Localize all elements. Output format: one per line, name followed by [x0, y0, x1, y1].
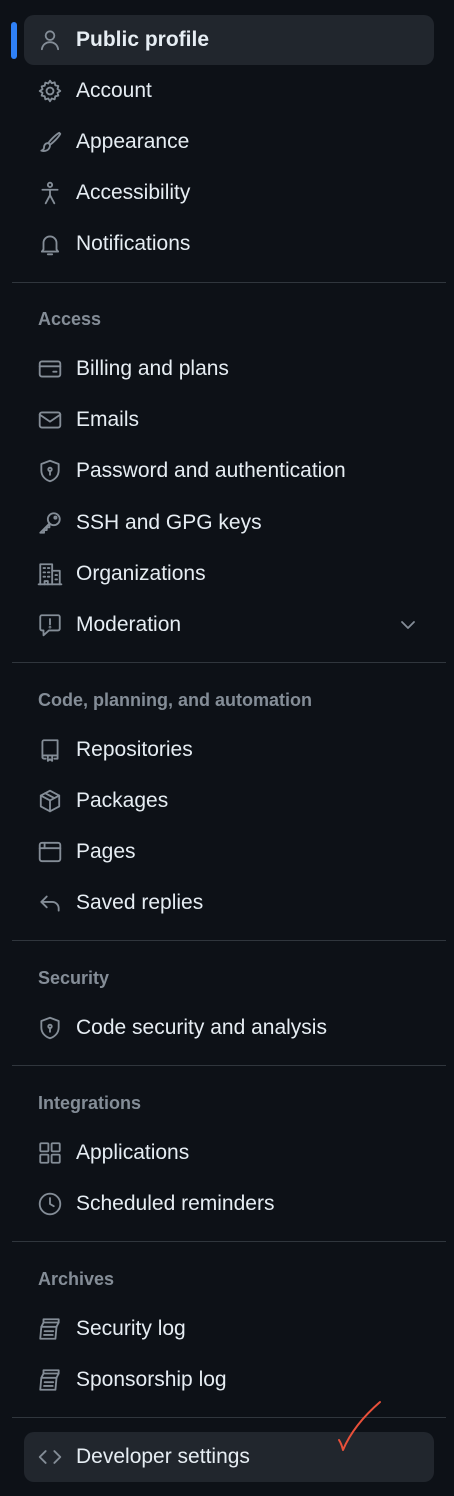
sidebar-item-emails[interactable]: Emails [24, 395, 434, 445]
sidebar-item-label: Billing and plans [76, 357, 229, 380]
settings-sidebar: Public profile Account Appearance Access… [0, 0, 454, 1496]
sidebar-item-pages[interactable]: Pages [24, 827, 434, 877]
sidebar-item-label: Organizations [76, 562, 206, 585]
sidebar-item-label: Public profile [76, 28, 210, 51]
sidebar-item-label: Moderation [76, 613, 182, 636]
section-heading-access: Access [38, 309, 102, 329]
section-divider [12, 662, 446, 663]
sidebar-item-label: Emails [76, 408, 140, 431]
sidebar-item-ssh-and-gpg-keys[interactable]: SSH and GPG keys [24, 498, 434, 548]
credit-card-icon [36, 355, 64, 383]
sidebar-item-label: Scheduled reminders [76, 1192, 275, 1215]
sidebar-item-label: Pages [76, 840, 136, 863]
package-icon [36, 787, 64, 815]
key-icon [36, 509, 64, 537]
section-divider [12, 1065, 446, 1066]
checkmark-annotation-icon [334, 1400, 394, 1460]
log-icon [36, 1315, 64, 1343]
sidebar-item-label: Accessibility [76, 181, 191, 204]
section-heading-security: Security [38, 968, 110, 988]
sidebar-item-organizations[interactable]: Organizations [24, 549, 434, 599]
sidebar-item-label: Developer settings [76, 1445, 250, 1468]
sidebar-item-saved-replies[interactable]: Saved replies [24, 878, 434, 928]
report-icon [36, 611, 64, 639]
sidebar-item-code-security-and-analysis[interactable]: Code security and analysis [24, 1003, 434, 1053]
apps-icon [36, 1139, 64, 1167]
log-icon [36, 1366, 64, 1394]
sidebar-item-label: Security log [76, 1317, 186, 1340]
section-heading-code-planning-automation: Code, planning, and automation [38, 690, 312, 710]
sidebar-item-password-and-authentication[interactable]: Password and authentication [24, 446, 434, 496]
paintbrush-icon [36, 128, 64, 156]
sidebar-item-label: Code security and analysis [76, 1016, 327, 1039]
sidebar-item-billing-and-plans[interactable]: Billing and plans [24, 344, 434, 394]
organization-icon [36, 560, 64, 588]
sidebar-item-label: Sponsorship log [76, 1368, 227, 1391]
bell-icon [36, 230, 64, 258]
reply-icon [36, 889, 64, 917]
sidebar-item-sponsorship-log[interactable]: Sponsorship log [24, 1355, 434, 1405]
sidebar-item-notifications[interactable]: Notifications [24, 219, 434, 269]
sidebar-item-packages[interactable]: Packages [24, 776, 434, 826]
gear-icon [36, 77, 64, 105]
sidebar-item-accessibility[interactable]: Accessibility [24, 168, 434, 218]
active-indicator [11, 22, 17, 59]
sidebar-item-public-profile[interactable]: Public profile [24, 15, 434, 65]
sidebar-item-label: Packages [76, 789, 169, 812]
chevron-down-icon[interactable] [396, 613, 420, 637]
sidebar-item-label: Applications [76, 1141, 190, 1164]
code-icon [36, 1443, 64, 1471]
sidebar-item-account[interactable]: Account [24, 66, 434, 116]
shield-lock-icon [36, 1014, 64, 1042]
sidebar-item-label: Account [76, 79, 152, 102]
sidebar-item-label: Repositories [76, 738, 193, 761]
mail-icon [36, 406, 64, 434]
sidebar-item-applications[interactable]: Applications [24, 1128, 434, 1178]
shield-lock-icon [36, 457, 64, 485]
browser-icon [36, 838, 64, 866]
sidebar-item-repositories[interactable]: Repositories [24, 725, 434, 775]
sidebar-item-label: Saved replies [76, 891, 204, 914]
sidebar-item-label: Appearance [76, 130, 190, 153]
section-divider [12, 1241, 446, 1242]
sidebar-item-label: Notifications [76, 232, 191, 255]
sidebar-item-moderation[interactable]: Moderation [24, 600, 434, 650]
sidebar-item-security-log[interactable]: Security log [24, 1304, 434, 1354]
sidebar-item-appearance[interactable]: Appearance [24, 117, 434, 167]
section-divider [12, 940, 446, 941]
person-icon [36, 26, 64, 54]
sidebar-item-scheduled-reminders[interactable]: Scheduled reminders [24, 1179, 434, 1229]
section-heading-integrations: Integrations [38, 1093, 142, 1113]
clock-icon [36, 1190, 64, 1218]
accessibility-icon [36, 179, 64, 207]
section-heading-archives: Archives [38, 1269, 115, 1289]
repo-icon [36, 736, 64, 764]
section-divider [12, 282, 446, 283]
sidebar-item-label: Password and authentication [76, 459, 346, 482]
sidebar-item-label: SSH and GPG keys [76, 511, 262, 534]
